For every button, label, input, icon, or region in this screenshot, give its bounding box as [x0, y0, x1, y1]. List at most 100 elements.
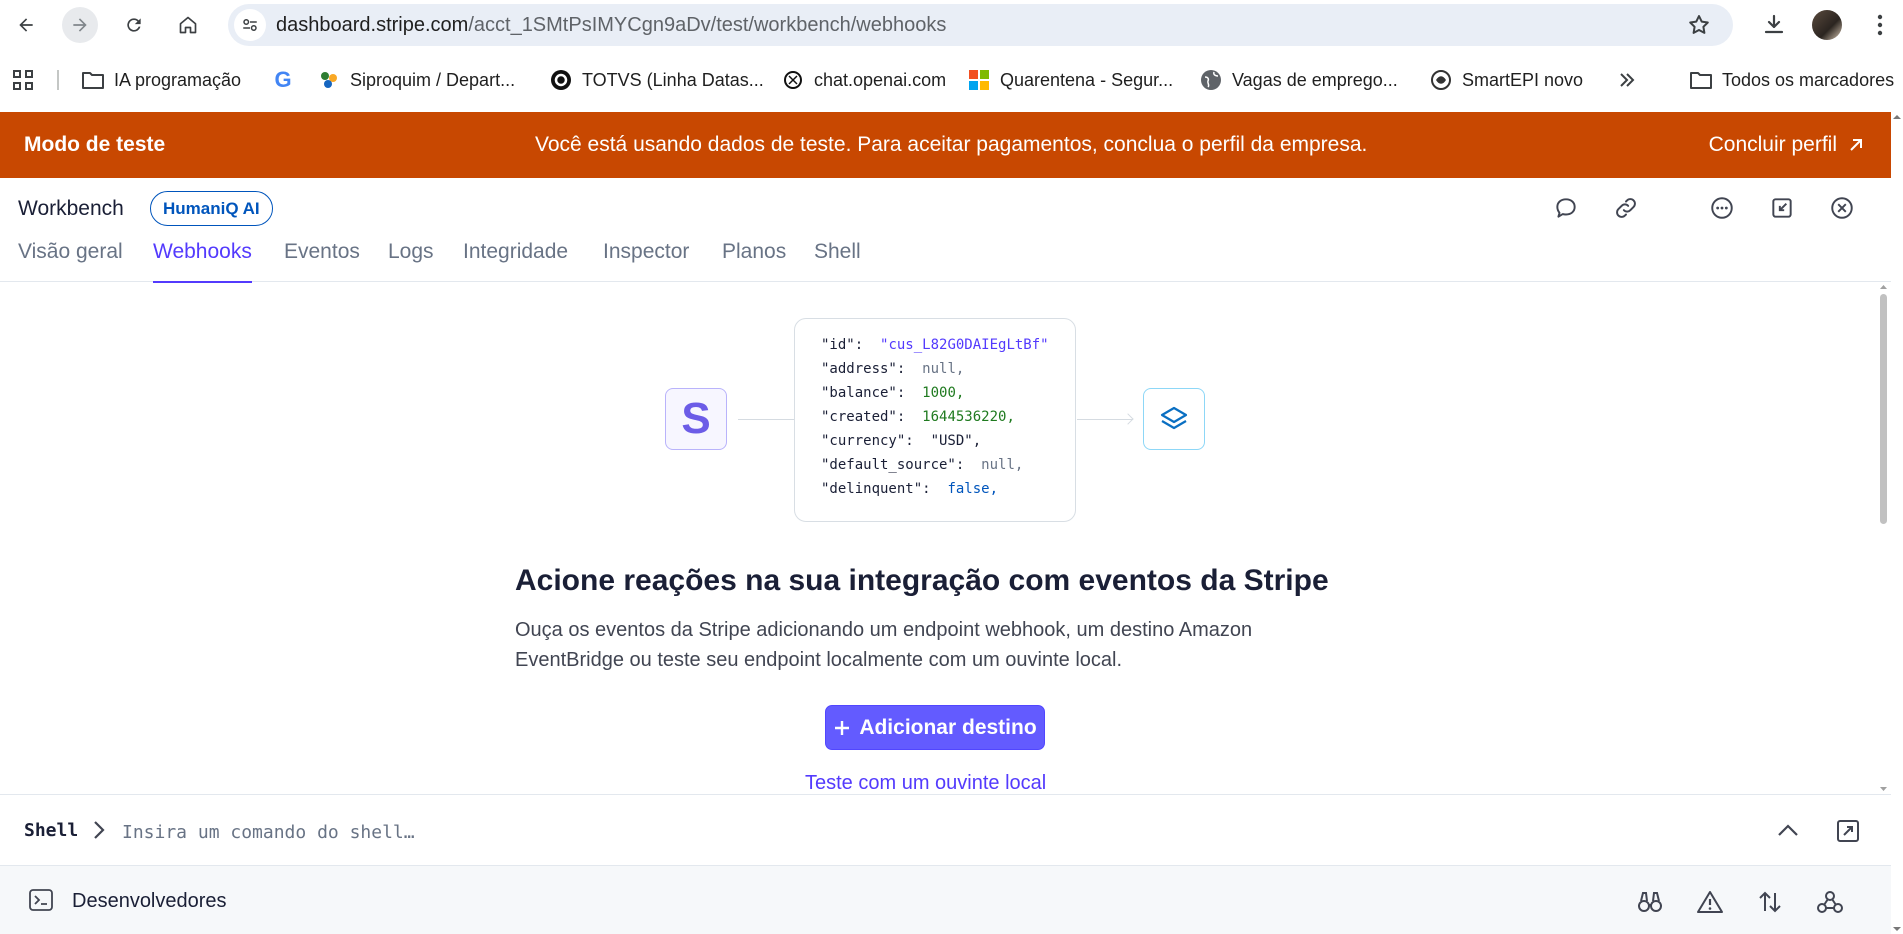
complete-profile-link[interactable]: Concluir perfil	[1709, 133, 1865, 157]
bookmark-label: IA programação	[114, 69, 242, 90]
tab-logs[interactable]: Logs	[388, 240, 434, 282]
chevron-up-icon[interactable]	[1772, 815, 1804, 847]
bookmark-totvs[interactable]: TOTVS (Linha Datas...	[550, 60, 764, 100]
more-bookmarks-icon[interactable]	[1618, 60, 1636, 100]
bookmark-label: Siproquim / Depart...	[350, 69, 516, 90]
smartepi-icon	[1430, 69, 1452, 91]
page-scroll-up-icon[interactable]	[1891, 112, 1903, 122]
terminal-icon[interactable]	[28, 888, 54, 917]
browser-chrome: dashboard.stripe.com/acct_1SMtPsIMYCgn9a…	[0, 0, 1903, 112]
plus-icon	[835, 720, 850, 735]
apps-grid-icon[interactable]	[12, 60, 34, 100]
feedback-chat-icon[interactable]	[1550, 192, 1582, 224]
home-button[interactable]	[170, 7, 206, 43]
bookmark-smartepi[interactable]: SmartEPI novo	[1430, 60, 1583, 100]
code-line-default-source: "default_source": null,	[821, 457, 1024, 473]
site-settings-icon[interactable]	[234, 9, 266, 41]
microsoft-icon	[968, 69, 990, 91]
all-bookmarks-folder[interactable]: Todos os marcadores	[1690, 60, 1894, 100]
code-line-created: "created": 1644536220,	[821, 409, 1015, 425]
bookmark-label: Quarentena - Segur...	[1000, 69, 1174, 90]
reload-button[interactable]	[116, 7, 152, 43]
omnibox[interactable]: dashboard.stripe.com/acct_1SMtPsIMYCgn9a…	[228, 4, 1733, 46]
local-listener-link[interactable]: Teste com um ouvinte local	[805, 772, 1046, 794]
webhooks-content: S "id": "cus_L82G0DAIEgLtBf" "address": …	[0, 282, 1876, 794]
bookmark-label: chat.openai.com	[814, 69, 947, 90]
workbench-panel: Workbench HumaniQ AI Visão geral Webhook…	[0, 178, 1891, 934]
browser-menu-icon[interactable]	[1862, 7, 1898, 43]
link-icon[interactable]	[1610, 192, 1642, 224]
stripe-logo: S	[665, 388, 727, 450]
bookmark-label: Todos os marcadores	[1722, 69, 1895, 90]
bookmarks-bar: IA programação G Siproquim / Depart... T…	[0, 60, 1903, 100]
empty-state-description: Ouça os eventos da Stripe adicionando um…	[515, 619, 1253, 671]
forward-button[interactable]	[62, 7, 98, 43]
bookmark-quarentena[interactable]: Quarentena - Segur...	[968, 60, 1173, 100]
url-path: /acct_1SMtPsIMYCgn9aDv/test/workbench/we…	[468, 13, 947, 36]
developers-label[interactable]: Desenvolvedores	[72, 890, 227, 913]
page-scroll-down-icon[interactable]	[1891, 924, 1903, 934]
add-destination-button[interactable]: Adicionar destino	[825, 705, 1045, 750]
tab-visao-geral[interactable]: Visão geral	[18, 240, 123, 282]
tab-shell[interactable]: Shell	[814, 240, 861, 282]
shell-bar: Shell	[0, 794, 1891, 866]
address-bar-row: dashboard.stripe.com/acct_1SMtPsIMYCgn9a…	[0, 0, 1903, 50]
tab-webhooks[interactable]: Webhooks	[153, 240, 252, 283]
url-text: dashboard.stripe.com/acct_1SMtPsIMYCgn9a…	[276, 14, 946, 37]
download-icon[interactable]	[1756, 7, 1792, 43]
content-scrollbar[interactable]	[1876, 282, 1891, 794]
bookmarks-divider	[57, 70, 59, 90]
connector-arrow-icon	[1122, 413, 1134, 425]
add-destination-label: Adicionar destino	[859, 715, 1037, 739]
bookmark-google[interactable]: G	[272, 60, 304, 100]
totvs-icon	[550, 69, 572, 91]
developers-bar: Desenvolvedores	[0, 866, 1891, 934]
url-host: dashboard.stripe.com	[276, 13, 469, 36]
external-arrow-icon	[1850, 139, 1862, 151]
tab-inspector[interactable]: Inspector	[603, 240, 689, 282]
event-payload-card: "id": "cus_L82G0DAIEgLtBf" "address": nu…	[794, 318, 1076, 522]
binoculars-icon[interactable]	[1634, 886, 1666, 918]
bookmark-ia-programacao[interactable]: IA programação	[82, 60, 241, 100]
home-icon	[179, 16, 197, 34]
empty-state-headline: Acione reações na sua integração com eve…	[515, 564, 1329, 597]
tab-eventos[interactable]: Eventos	[284, 240, 360, 282]
complete-profile-label: Concluir perfil	[1708, 133, 1837, 156]
bookmark-siproquim[interactable]: Siproquim / Depart...	[318, 60, 515, 100]
scroll-up-icon[interactable]	[1876, 282, 1891, 292]
dock-panel-icon[interactable]	[1766, 192, 1798, 224]
code-line-address: "address": null,	[821, 361, 965, 377]
profile-avatar[interactable]	[1812, 10, 1842, 40]
tab-integridade[interactable]: Integridade	[463, 240, 568, 282]
bookmark-chat-openai[interactable]: chat.openai.com	[782, 60, 946, 100]
openai-icon	[782, 69, 804, 91]
page-scrollbar[interactable]	[1891, 112, 1903, 934]
scroll-thumb[interactable]	[1880, 294, 1887, 524]
shell-command-input[interactable]	[122, 815, 1022, 849]
chevron-right-icon	[92, 819, 106, 846]
tab-planos[interactable]: Planos	[722, 240, 786, 282]
scroll-down-icon[interactable]	[1876, 784, 1891, 794]
reload-icon	[127, 18, 141, 32]
warning-icon[interactable]	[1694, 886, 1726, 918]
globe-icon	[1200, 69, 1222, 91]
bookmark-label: Vagas de emprego...	[1232, 69, 1398, 90]
google-icon: G	[274, 67, 292, 92]
bookmark-vagas[interactable]: Vagas de emprego...	[1200, 60, 1398, 100]
webhooks-icon[interactable]	[1814, 886, 1846, 918]
expand-shell-icon[interactable]	[1832, 815, 1864, 847]
close-workbench-icon[interactable]	[1826, 192, 1858, 224]
siproquim-icon	[318, 69, 340, 91]
more-options-icon[interactable]	[1706, 192, 1738, 224]
bookmark-star-icon[interactable]	[1687, 13, 1711, 42]
code-line-balance: "balance": 1000,	[821, 385, 965, 401]
folder-icon	[82, 69, 104, 91]
back-button[interactable]	[8, 7, 44, 43]
account-pill[interactable]: HumaniQ AI	[150, 191, 273, 226]
bookmark-label: SmartEPI novo	[1462, 69, 1584, 90]
shell-label: Shell	[24, 820, 79, 841]
test-mode-banner: Modo de teste Você está usando dados de …	[0, 112, 1891, 178]
test-mode-title: Modo de teste	[24, 133, 166, 156]
sort-arrows-icon[interactable]	[1754, 886, 1786, 918]
code-line-id: "id": "cus_L82G0DAIEgLtBf"	[821, 337, 1049, 353]
